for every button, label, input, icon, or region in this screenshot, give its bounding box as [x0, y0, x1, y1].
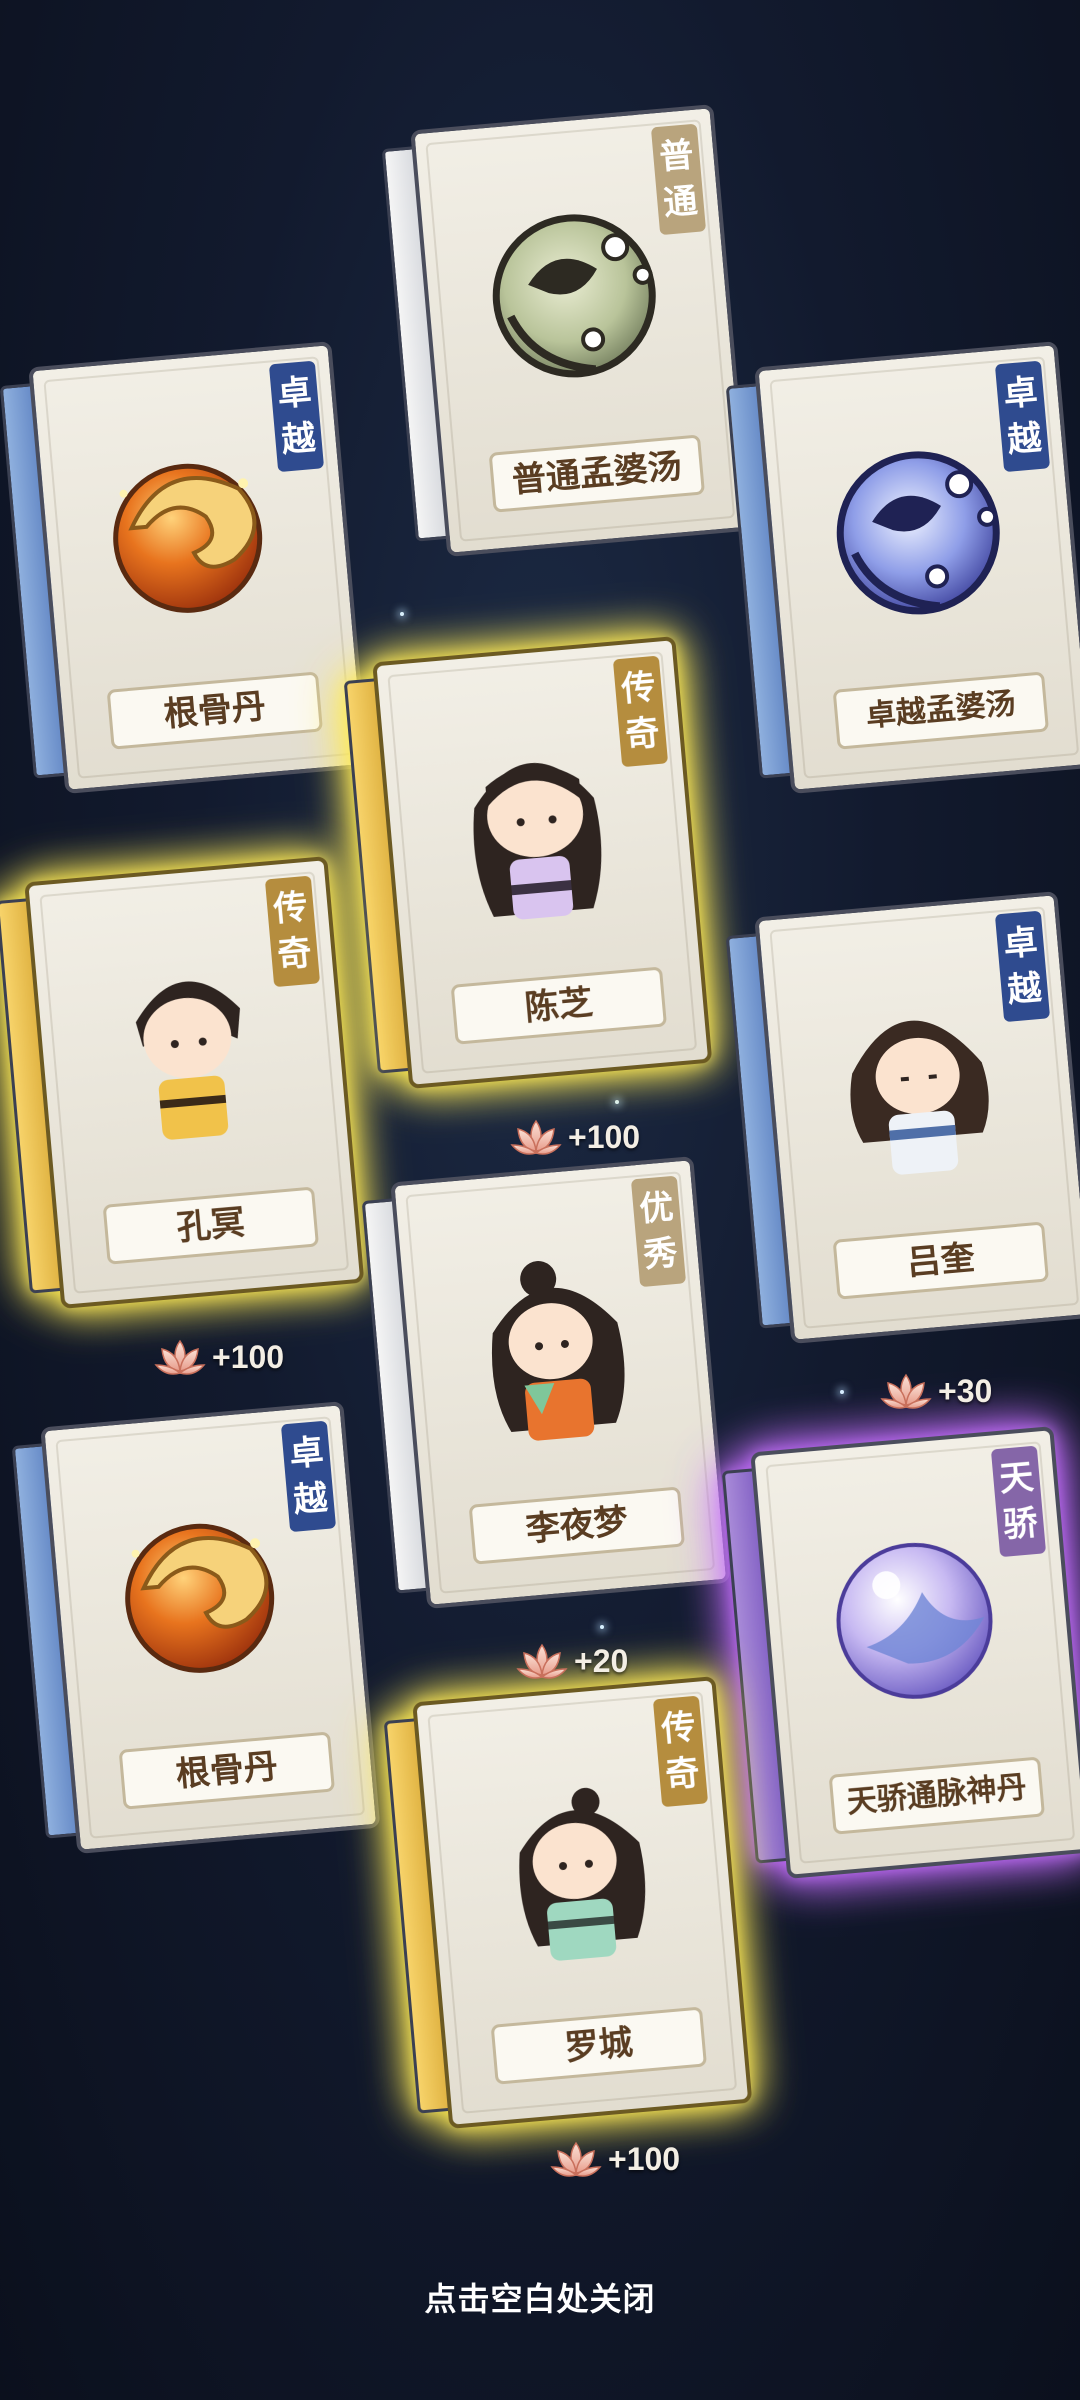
rarity-tag: 普通	[650, 123, 707, 236]
card-page: 传奇 陈芝	[372, 636, 713, 1089]
lotus-icon	[880, 1373, 932, 1409]
reward-card[interactable]: 传奇 孔冥	[0, 856, 365, 1309]
pill-icon	[125, 1523, 275, 1673]
lotus-icon	[154, 1339, 206, 1375]
card-name: 根骨丹	[106, 671, 324, 750]
reward-badge: +100	[508, 1112, 640, 1162]
card-page: 天骄 天骄通脉神丹	[750, 1426, 1080, 1879]
character-avatar	[850, 1020, 989, 1175]
card-name: 陈芝	[450, 966, 668, 1045]
rarity-tag: 卓越	[994, 360, 1051, 473]
soup-icon	[492, 214, 656, 378]
sparkle	[600, 1625, 604, 1629]
card-name: 孔冥	[102, 1186, 320, 1265]
reward-amount: +100	[608, 2140, 681, 2177]
sparkle	[400, 612, 404, 616]
card-page: 普通 普通孟婆汤	[410, 104, 751, 557]
reward-card[interactable]: 优秀 李夜梦	[360, 1156, 731, 1609]
rarity-tag: 传奇	[652, 1695, 709, 1808]
reward-card[interactable]: 卓越 卓越孟婆汤	[724, 341, 1080, 794]
reward-badge: +100	[548, 2134, 680, 2184]
pill-icon	[113, 463, 263, 613]
rarity-tag: 卓越	[268, 360, 325, 473]
card-page: 传奇 罗城	[412, 1676, 753, 2129]
card-name: 卓越孟婆汤	[832, 671, 1050, 750]
orb-icon	[836, 1542, 993, 1699]
reward-amount: +30	[938, 1372, 993, 1409]
card-page: 卓越 吕奎	[754, 891, 1080, 1344]
rarity-tag: 传奇	[612, 655, 669, 768]
card-page: 卓越 根骨丹	[40, 1401, 381, 1854]
close-hint[interactable]: 点击空白处关闭	[0, 2274, 1080, 2320]
reward-amount: +20	[574, 1642, 629, 1679]
card-page: 优秀 李夜梦	[390, 1156, 731, 1609]
sparkle	[615, 1100, 619, 1104]
card-name: 普通孟婆汤	[488, 434, 706, 513]
lotus-icon	[510, 1119, 562, 1155]
reward-card[interactable]: 卓越 根骨丹	[10, 1401, 381, 1854]
card-page: 卓越 卓越孟婆汤	[754, 341, 1080, 794]
card-name: 天骄通脉神丹	[828, 1756, 1046, 1835]
card-name: 根骨丹	[118, 1731, 336, 1810]
rarity-tag: 卓越	[994, 910, 1051, 1023]
card-name: 李夜梦	[468, 1486, 686, 1565]
sparkle	[840, 1390, 844, 1394]
reward-badge: +100	[152, 1332, 284, 1382]
reward-card[interactable]: 卓越 吕奎	[724, 891, 1080, 1344]
reward-card[interactable]: 传奇 陈芝	[342, 636, 713, 1089]
reward-card[interactable]: 普通 普通孟婆汤	[380, 104, 751, 557]
character-avatar	[491, 1261, 625, 1441]
character-avatar	[135, 981, 240, 1140]
reward-card[interactable]: 卓越 根骨丹	[0, 341, 369, 794]
card-name: 吕奎	[832, 1221, 1050, 1300]
soup-icon	[836, 451, 1000, 615]
rarity-tag: 天骄	[990, 1445, 1047, 1558]
reward-screen[interactable]: 普通 普通孟婆汤 卓越 根骨丹 卓越 卓越孟婆汤 传奇 陈芝 传奇 孔冥 卓越 …	[0, 0, 1080, 2400]
reward-amount: +100	[568, 1118, 641, 1155]
reward-card[interactable]: 传奇 罗城	[382, 1676, 753, 2129]
card-page: 传奇 孔冥	[24, 856, 365, 1309]
rarity-tag: 传奇	[264, 875, 321, 988]
lotus-icon	[516, 1643, 568, 1679]
reward-badge: +30	[878, 1366, 992, 1416]
reward-card[interactable]: 天骄 天骄通脉神丹	[720, 1426, 1080, 1879]
reward-badge: +20	[514, 1636, 628, 1686]
card-page: 卓越 根骨丹	[28, 341, 369, 794]
rarity-tag: 卓越	[280, 1420, 337, 1533]
character-avatar	[519, 1787, 646, 1961]
rarity-tag: 优秀	[630, 1175, 687, 1288]
character-avatar	[473, 763, 602, 920]
lotus-icon	[550, 2141, 602, 2177]
card-name: 罗城	[490, 2006, 708, 2085]
reward-amount: +100	[212, 1338, 285, 1375]
